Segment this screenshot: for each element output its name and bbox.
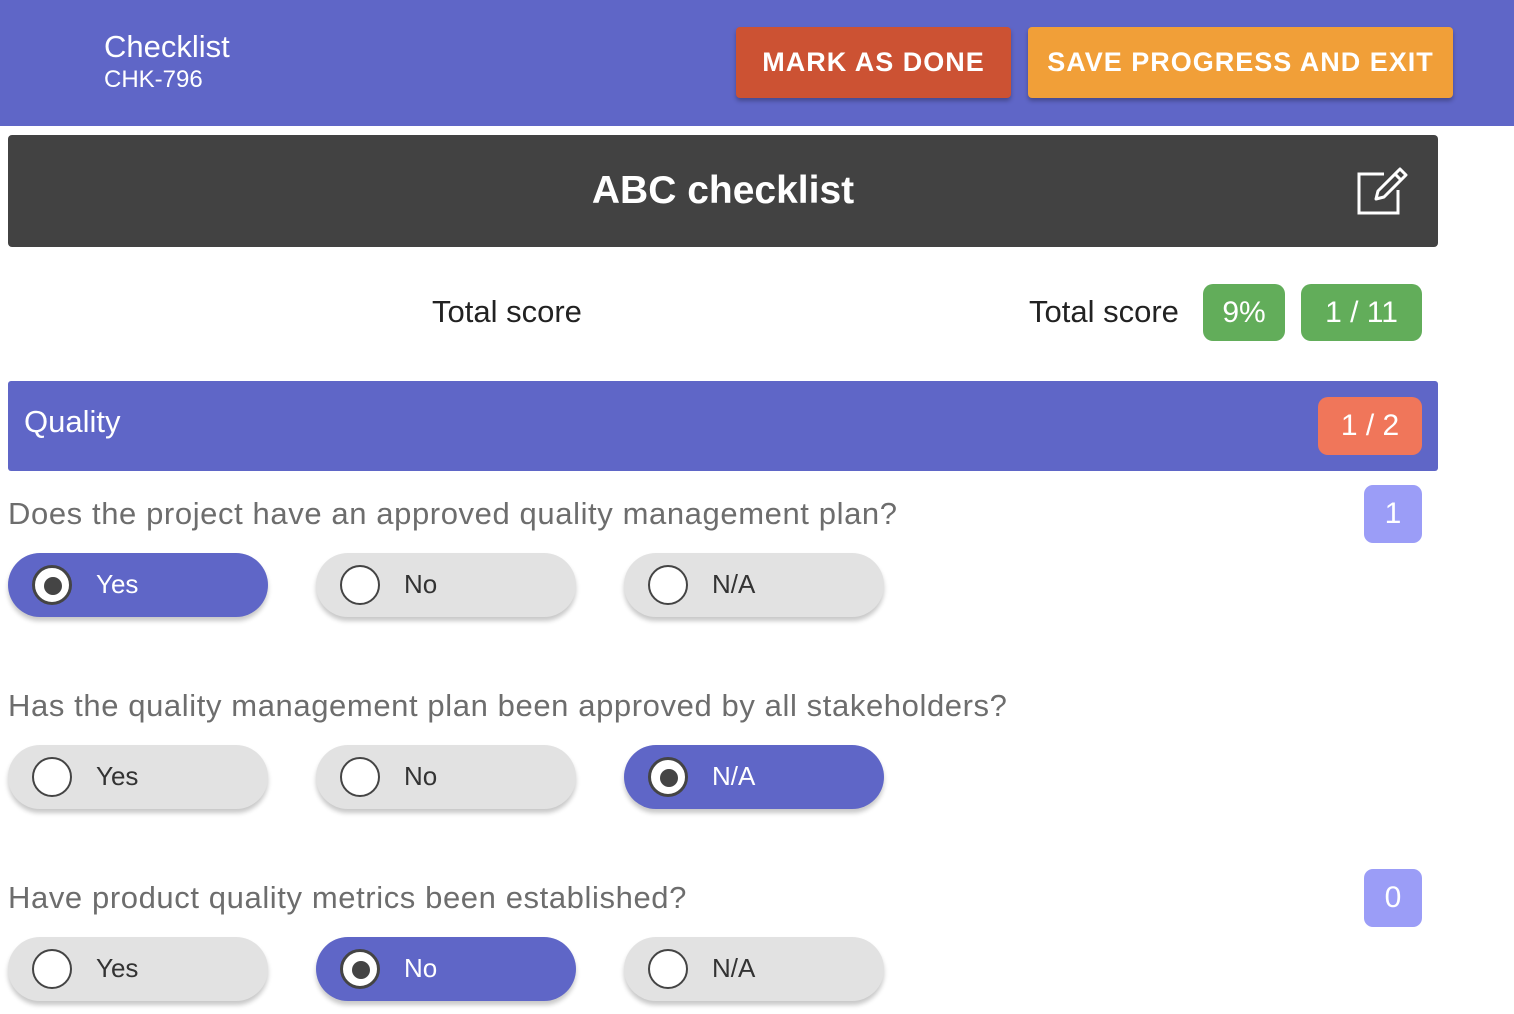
save-progress-and-exit-button[interactable]: SAVE PROGRESS AND EXIT <box>1028 27 1453 98</box>
radio-unselected-icon <box>32 757 72 797</box>
total-score-label-secondary: Total score <box>1029 294 1179 329</box>
option-label: Yes <box>96 953 139 983</box>
question-text: Does the project have an approved qualit… <box>8 496 898 531</box>
question-score-badge: 1 <box>1364 485 1422 543</box>
total-score-count-badge: 1 / 11 <box>1301 284 1422 341</box>
option-no[interactable]: No <box>316 553 576 617</box>
total-score-label: Total score <box>432 294 582 329</box>
option-label: No <box>404 761 438 791</box>
option-yes[interactable]: Yes <box>8 553 268 617</box>
checklist-title: ABC checklist <box>591 169 855 212</box>
total-score-percent-badge: 9% <box>1203 284 1285 341</box>
radio-unselected-icon <box>648 949 688 989</box>
option-na[interactable]: N/A <box>624 745 884 809</box>
question-text: Have product quality metrics been establ… <box>8 880 687 915</box>
checklist-id: CHK-796 <box>104 66 203 93</box>
option-na[interactable]: N/A <box>624 553 884 617</box>
question-text: Has the quality management plan been app… <box>8 688 1008 723</box>
option-label: No <box>404 953 438 983</box>
option-yes[interactable]: Yes <box>8 745 268 809</box>
section-title: Quality <box>24 404 121 439</box>
option-no[interactable]: No <box>316 937 576 1001</box>
checklist-header-card: ABC checklist <box>8 135 1438 247</box>
option-label: No <box>404 569 438 599</box>
radio-unselected-icon <box>648 565 688 605</box>
edit-icon[interactable] <box>1354 164 1408 218</box>
top-app-bar: Checklist CHK-796 MARK AS DONE SAVE PROG… <box>0 0 1514 126</box>
radio-selected-icon <box>32 565 72 605</box>
mark-as-done-button[interactable]: MARK AS DONE <box>736 27 1011 98</box>
radio-selected-icon <box>340 949 380 989</box>
section-header-quality[interactable]: Quality 1 / 2 <box>8 381 1438 471</box>
option-label: Yes <box>96 761 139 791</box>
option-no[interactable]: No <box>316 745 576 809</box>
option-na[interactable]: N/A <box>624 937 884 1001</box>
option-label: N/A <box>712 953 756 983</box>
radio-unselected-icon <box>32 949 72 989</box>
question-score-badge: 0 <box>1364 869 1422 927</box>
radio-unselected-icon <box>340 757 380 797</box>
app-title: Checklist <box>104 29 230 64</box>
radio-unselected-icon <box>340 565 380 605</box>
section-count-badge: 1 / 2 <box>1318 397 1422 455</box>
option-label: N/A <box>712 569 756 599</box>
option-yes[interactable]: Yes <box>8 937 268 1001</box>
option-label: Yes <box>96 569 139 599</box>
option-label: N/A <box>712 761 756 791</box>
radio-selected-icon <box>648 757 688 797</box>
